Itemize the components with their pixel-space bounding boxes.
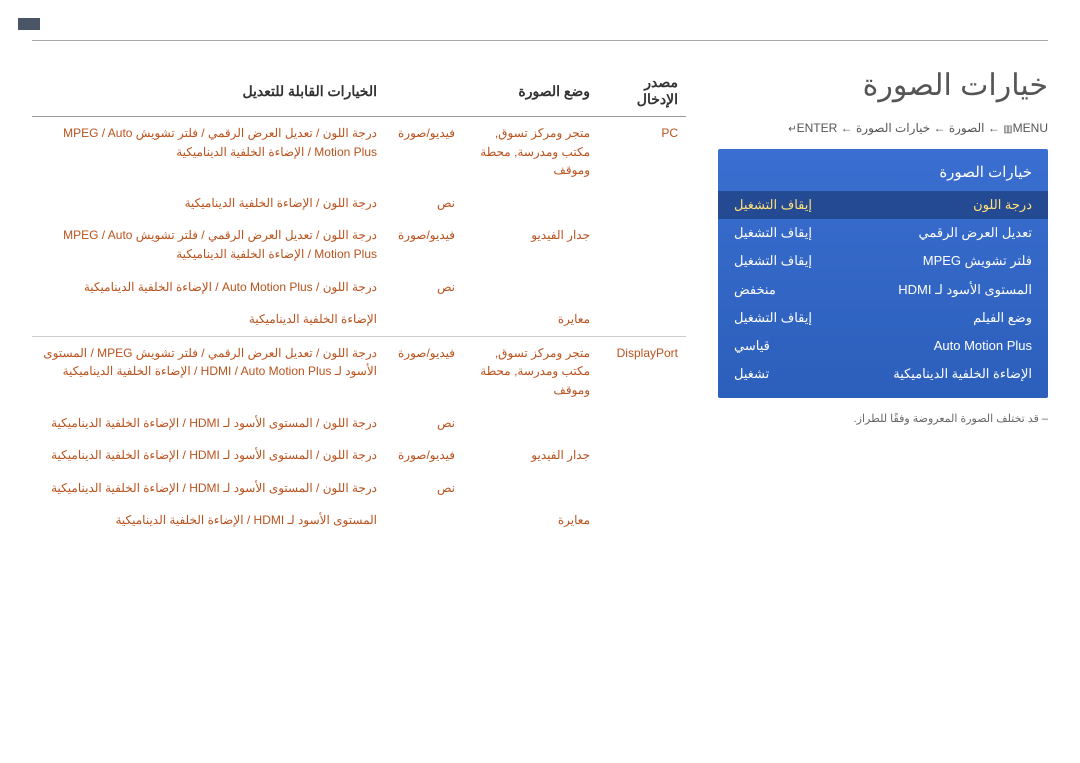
th-picmode: وضع الصورة [385,68,598,117]
cell-mode [463,472,598,505]
menu-item-value: إيقاف التشغيل [734,252,812,270]
breadcrumb-seg: الصورة [949,121,985,135]
menu-item-value: منخفض [734,281,776,299]
breadcrumb-seg: خيارات الصورة [856,121,930,135]
cell-mode: معايرة [463,504,598,537]
menu-item-label: Auto Motion Plus [934,337,1032,355]
panel-title: خيارات الصورة [718,159,1048,191]
cell-options: الإضاءة الخلفية الديناميكية [32,303,385,336]
cell-source [598,504,686,537]
cell-options: درجة اللون / تعديل العرض الرقمي / فلتر ت… [32,336,385,406]
cell-pic: فيديو/صورة [385,219,463,270]
table-row: نصدرجة اللون / الإضاءة الخلفية الديناميك… [32,187,686,220]
cell-pic: نص [385,271,463,304]
cell-options: درجة اللون / Auto Motion Plus / الإضاءة … [32,271,385,304]
cell-mode [463,271,598,304]
table-row: جدار الفيديوفيديو/صورةدرجة اللون / تعديل… [32,219,686,270]
cell-options: درجة اللون / المستوى الأسود لـ HDMI / ال… [32,472,385,505]
top-rule [32,40,1048,41]
menu-item[interactable]: تعديل العرض الرقمي إيقاف التشغيل [718,219,1048,247]
arrow-icon: ← [988,121,1000,135]
menu-item-value: إيقاف التشغيل [734,224,812,242]
menu-item-label: درجة اللون [973,196,1032,214]
table-row: جدار الفيديوفيديو/صورةدرجة اللون / المست… [32,439,686,472]
table-row: معايرة المستوى الأسود لـ HDMI / الإضاءة ا… [32,504,686,537]
cell-source [598,187,686,220]
cell-source: DisplayPort [598,336,686,406]
cell-source [598,271,686,304]
menu-item[interactable]: المستوى الأسود لـ HDMI منخفض [718,276,1048,304]
menu-item-label: تعديل العرض الرقمي [919,224,1032,242]
cell-mode: متجر ومركز تسوق, مكتب ومدرسة, محطة وموقف [463,336,598,406]
menu-panel: خيارات الصورة درجة اللونإيقاف التشغيلتعد… [718,149,1048,398]
cell-mode: جدار الفيديو [463,219,598,270]
arrow-icon: ← [841,121,853,135]
cell-options: درجة اللون / المستوى الأسود لـ HDMI / ال… [32,439,385,472]
table-row: PCمتجر ومركز تسوق, مكتب ومدرسة, محطة ومو… [32,117,686,187]
cell-mode: معايرة [463,303,598,336]
cell-source: PC [598,117,686,187]
cell-pic: فيديو/صورة [385,117,463,187]
menu-item-label: الإضاءة الخلفية الديناميكية [893,365,1032,383]
cell-mode [463,407,598,440]
corner-accent [18,18,40,30]
table-row: DisplayPortمتجر ومركز تسوق, مكتب ومدرسة,… [32,336,686,406]
cell-mode: متجر ومركز تسوق, مكتب ومدرسة, محطة وموقف [463,117,598,187]
cell-pic: نص [385,187,463,220]
table-row: معايرة الإضاءة الخلفية الديناميكية [32,303,686,336]
table-row: نصدرجة اللون / المستوى الأسود لـ HDMI / … [32,407,686,440]
menu-item[interactable]: Auto Motion Plus قياسي [718,332,1048,360]
cell-pic [385,504,463,537]
cell-source [598,407,686,440]
cell-mode: جدار الفيديو [463,439,598,472]
menu-item-value: إيقاف التشغيل [734,196,812,214]
menu-item[interactable]: درجة اللون إيقاف التشغيل [718,191,1048,219]
breadcrumb: MENU▥ ← الصورة ← خيارات الصورة ← ENTER↵ [718,121,1048,135]
cell-pic [385,303,463,336]
menu-item-label: المستوى الأسود لـ HDMI [898,281,1032,299]
menu-item-value: قياسي [734,337,770,355]
menu-item-value: تشغيل [734,365,769,383]
menu-item[interactable]: وضع الفيلم إيقاف التشغيل [718,304,1048,332]
menu-item-label: فلتر تشويش MPEG [923,252,1032,270]
th-options: الخيارات القابلة للتعديل [32,68,385,117]
arrow-icon: ← [933,121,945,135]
menu-icon: ▥ [1003,124,1012,135]
enter-icon: ↵ [788,124,796,135]
cell-source [598,439,686,472]
cell-pic: نص [385,472,463,505]
menu-item-value: إيقاف التشغيل [734,309,812,327]
cell-pic: فيديو/صورة [385,439,463,472]
menu-label: MENU [1013,121,1048,135]
cell-options: درجة اللون / تعديل العرض الرقمي / فلتر ت… [32,219,385,270]
cell-source [598,219,686,270]
menu-item[interactable]: فلتر تشويش MPEG إيقاف التشغيل [718,247,1048,275]
cell-options: درجة اللون / المستوى الأسود لـ HDMI / ال… [32,407,385,440]
th-source: مصدر الإدخال [598,68,686,117]
cell-options: المستوى الأسود لـ HDMI / الإضاءة الخلفية… [32,504,385,537]
cell-options: درجة اللون / الإضاءة الخلفية الديناميكية [32,187,385,220]
options-table: مصدر الإدخال وضع الصورة الخيارات القابلة… [32,68,686,537]
cell-pic: نص [385,407,463,440]
menu-item-label: وضع الفيلم [973,309,1032,327]
menu-item[interactable]: الإضاءة الخلفية الديناميكية تشغيل [718,360,1048,388]
cell-pic: فيديو/صورة [385,336,463,406]
cell-source [598,472,686,505]
cell-source [598,303,686,336]
cell-options: درجة اللون / تعديل العرض الرقمي / فلتر ت… [32,117,385,187]
cell-mode [463,187,598,220]
table-row: نصدرجة اللون / Auto Motion Plus / الإضاء… [32,271,686,304]
enter-label: ENTER [797,121,838,135]
page-title: خيارات الصورة [718,68,1048,103]
table-row: نصدرجة اللون / المستوى الأسود لـ HDMI / … [32,472,686,505]
model-note: – قد تختلف الصورة المعروضة وفقًا للطراز. [718,412,1048,425]
